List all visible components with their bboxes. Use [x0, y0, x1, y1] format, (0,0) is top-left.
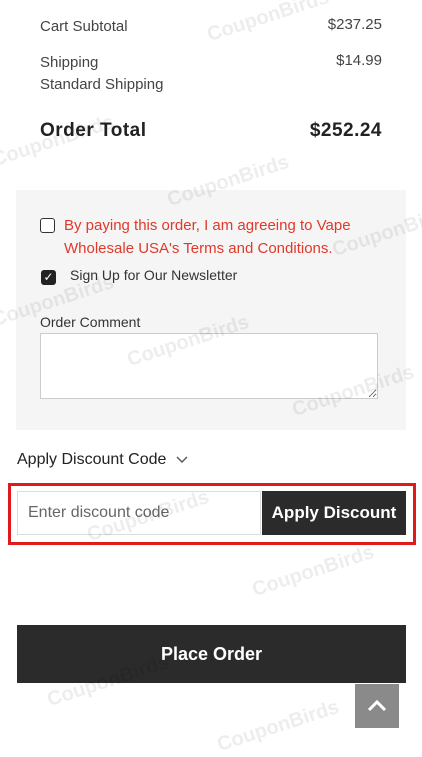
apply-discount-button[interactable]: Apply Discount	[262, 491, 406, 535]
watermark: CouponBirds	[249, 540, 377, 602]
shipping-label-group: Shipping Standard Shipping	[40, 52, 163, 96]
cart-subtotal-label: Cart Subtotal	[40, 18, 128, 35]
order-total-value: $252.24	[309, 120, 382, 141]
order-comment-field[interactable]	[40, 333, 378, 399]
shipping-label: Shipping	[40, 54, 99, 71]
apply-discount-toggle[interactable]: Apply Discount Code	[17, 451, 188, 469]
order-total-row: Order Total $252.24	[40, 120, 382, 142]
order-total-label: Order Total	[40, 120, 147, 141]
order-comment-label: Order Comment	[40, 314, 141, 330]
apply-discount-toggle-label: Apply Discount Code	[17, 451, 167, 468]
cart-subtotal-value: $237.25	[327, 16, 382, 33]
chevron-up-icon	[367, 700, 387, 712]
terms-checkbox[interactable]	[40, 218, 55, 233]
shipping-method: Standard Shipping	[40, 76, 164, 93]
discount-code-input[interactable]	[17, 491, 261, 535]
place-order-button[interactable]: Place Order	[17, 625, 406, 683]
newsletter-checkbox[interactable]: ✓	[41, 270, 56, 285]
terms-agreement-text[interactable]: By paying this order, I am agreeing to V…	[64, 214, 394, 260]
cart-subtotal-row: Cart Subtotal $237.25	[40, 16, 382, 38]
scroll-to-top-button[interactable]	[355, 684, 399, 728]
newsletter-label[interactable]: Sign Up for Our Newsletter	[70, 267, 237, 283]
order-options-panel: By paying this order, I am agreeing to V…	[16, 190, 406, 430]
shipping-row: Shipping Standard Shipping $14.99	[40, 52, 382, 96]
chevron-down-icon	[176, 456, 188, 463]
watermark: CouponBirds	[214, 695, 342, 757]
shipping-value: $14.99	[336, 52, 382, 69]
check-icon: ✓	[43, 270, 54, 284]
